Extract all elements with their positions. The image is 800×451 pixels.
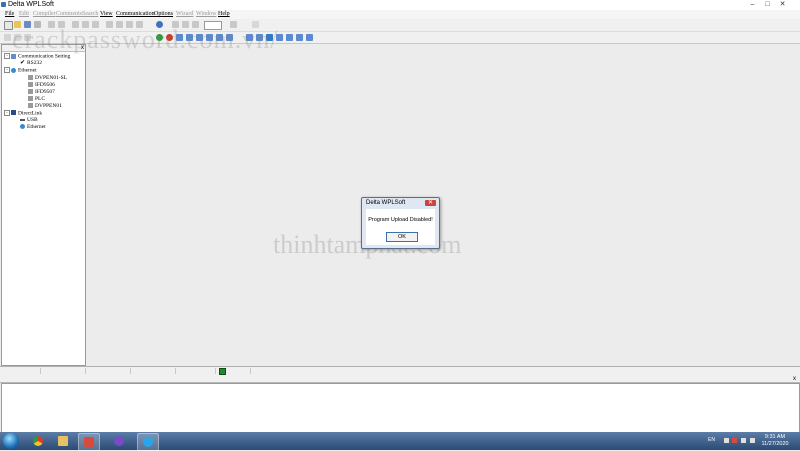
device-module-icon bbox=[28, 102, 33, 108]
tray-clock[interactable]: 9:31 AM 11/27/2020 bbox=[760, 434, 790, 448]
status-cell bbox=[0, 368, 41, 374]
tree-item-ethernet[interactable]: − Ethernet bbox=[4, 67, 70, 74]
tree-item-directlink[interactable]: − DirectLink bbox=[4, 109, 70, 117]
taskbar-skype[interactable] bbox=[137, 433, 159, 451]
main-workspace[interactable] bbox=[86, 44, 800, 364]
status-cell bbox=[40, 368, 86, 374]
tree-item-rs232[interactable]: ✔ RS232 bbox=[4, 60, 70, 67]
taskbar-chrome[interactable] bbox=[28, 433, 48, 449]
tree-item-directlink-ethernet[interactable]: Ethernet bbox=[4, 124, 70, 131]
network-globe-icon bbox=[20, 124, 25, 130]
menu-options[interactable]: Options bbox=[154, 11, 173, 17]
tree-item-label: PLC bbox=[35, 95, 46, 102]
register-icon[interactable] bbox=[296, 34, 303, 41]
dialog-body: Program Upload Disabled! OK bbox=[366, 209, 435, 245]
tree-item-label: DVPEN01-SL bbox=[35, 74, 68, 81]
menu-search[interactable]: Search bbox=[82, 11, 98, 17]
maximize-button[interactable]: □ bbox=[761, 0, 774, 9]
tray-action-center-icon[interactable] bbox=[732, 438, 737, 443]
tree-item-plc[interactable]: PLC bbox=[4, 96, 70, 103]
tree-item-label: Ethernet bbox=[27, 123, 46, 130]
clock-time: 9:31 AM bbox=[764, 434, 786, 440]
folder-icon bbox=[58, 436, 68, 446]
direct-link-icon bbox=[11, 110, 16, 116]
network-globe-icon bbox=[11, 67, 16, 73]
viber-icon bbox=[114, 436, 124, 446]
online-icon[interactable] bbox=[4, 34, 11, 41]
device-module-icon bbox=[28, 95, 33, 101]
status-cell bbox=[228, 368, 251, 374]
ok-button[interactable]: OK bbox=[386, 232, 418, 242]
watermark-top: crackpassword.com.vn/ bbox=[12, 25, 279, 54]
minimize-button[interactable]: – bbox=[746, 0, 759, 9]
status-bar bbox=[0, 366, 800, 376]
io-icon[interactable] bbox=[286, 34, 293, 41]
menu-compiler[interactable]: Compiler bbox=[33, 11, 56, 17]
window-title: Delta WPLSoft bbox=[8, 1, 54, 8]
start-button[interactable] bbox=[3, 433, 19, 449]
dialog-close-button[interactable]: ✕ bbox=[425, 200, 436, 206]
collapse-icon[interactable]: − bbox=[4, 53, 10, 59]
message-dialog: Delta WPLSoft ✕ Program Upload Disabled!… bbox=[361, 197, 440, 249]
tree-item-label: DirectLink bbox=[18, 109, 43, 116]
tree-item-label: IFD9507 bbox=[35, 88, 55, 95]
device-module-icon bbox=[28, 88, 33, 94]
taskbar: EN 9:31 AM 11/27/2020 bbox=[0, 432, 800, 451]
device-module-icon bbox=[28, 81, 33, 87]
menu-communication[interactable]: Communication bbox=[116, 11, 155, 17]
tree-item-ifd9506[interactable]: IFD9506 bbox=[4, 82, 70, 89]
app-icon bbox=[1, 2, 6, 7]
menu-file[interactable]: File bbox=[5, 11, 14, 17]
taskbar-wplsoft[interactable] bbox=[78, 433, 100, 451]
checkmark-icon: ✔ bbox=[20, 59, 26, 66]
tray-volume-icon[interactable] bbox=[750, 438, 755, 443]
close-button[interactable]: ✕ bbox=[776, 0, 789, 9]
menu-edit[interactable]: Edit bbox=[19, 11, 29, 17]
output-panel[interactable] bbox=[1, 383, 800, 434]
tree-item-dvppen01[interactable]: DVPPEN01 bbox=[4, 103, 70, 110]
tray-chevron-icon[interactable] bbox=[724, 438, 729, 443]
collapse-icon[interactable]: − bbox=[4, 109, 10, 116]
menu-window[interactable]: Window bbox=[196, 11, 216, 17]
menu-view[interactable]: View bbox=[100, 11, 113, 17]
collapse-icon[interactable]: − bbox=[4, 67, 10, 74]
taskbar-viber[interactable] bbox=[109, 433, 129, 449]
status-cell bbox=[130, 368, 176, 374]
menu-wizard[interactable]: Wizard bbox=[176, 11, 193, 17]
tree-item-label: Ethernet bbox=[18, 67, 37, 74]
tree-item-label: IFD9506 bbox=[35, 81, 55, 88]
clock-date: 11/27/2020 bbox=[761, 441, 789, 447]
communication-tree-panel: x − Communication Setting ✔ RS232 − Etherne… bbox=[1, 44, 86, 366]
menu-bar: File Edit Compiler Comments Search View … bbox=[0, 10, 800, 19]
dialog-title: Delta WPLSoft bbox=[366, 200, 406, 206]
tray-network-icon[interactable] bbox=[741, 438, 746, 443]
tree: − Communication Setting ✔ RS232 − Ethernet … bbox=[4, 53, 70, 131]
tree-item-label: DVPPEN01 bbox=[35, 102, 62, 109]
output-panel-header: x bbox=[0, 376, 800, 383]
dialog-message: Program Upload Disabled! bbox=[368, 217, 433, 223]
tools-icon[interactable] bbox=[306, 34, 313, 41]
tree-item-ifd9507[interactable]: IFD9507 bbox=[4, 89, 70, 96]
tray-language[interactable]: EN bbox=[708, 437, 715, 443]
usb-icon bbox=[20, 118, 25, 121]
chrome-icon bbox=[33, 436, 43, 446]
status-cell bbox=[175, 368, 216, 374]
menu-help[interactable]: Help bbox=[218, 11, 230, 17]
tree-item-label: RS232 bbox=[27, 60, 42, 67]
connection-status-indicator bbox=[219, 368, 226, 375]
tree-item-dvpen01-sl[interactable]: DVPEN01-SL bbox=[4, 75, 70, 82]
menu-comments[interactable]: Comments bbox=[56, 11, 82, 17]
tree-item-usb[interactable]: USB bbox=[4, 117, 70, 124]
status-cell bbox=[85, 368, 131, 374]
wplsoft-icon bbox=[84, 437, 94, 447]
taskbar-explorer[interactable] bbox=[53, 433, 73, 449]
output-panel-close-button[interactable]: x bbox=[793, 376, 796, 382]
tree-item-label: USB bbox=[27, 116, 38, 123]
device-module-icon bbox=[28, 74, 33, 80]
skype-icon bbox=[143, 437, 153, 447]
